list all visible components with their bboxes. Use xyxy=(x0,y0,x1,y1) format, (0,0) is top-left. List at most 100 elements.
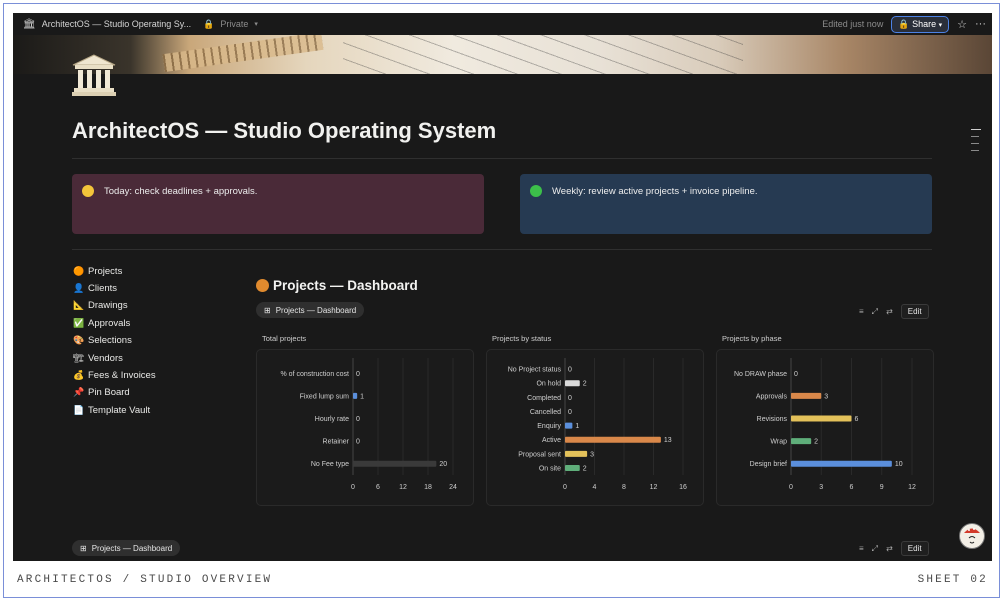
x-tick-label: 4 xyxy=(593,484,597,491)
data-label: 3 xyxy=(590,451,594,458)
link-approvals[interactable]: ✅ Approvals xyxy=(73,317,156,329)
yellow-circle-icon xyxy=(82,185,94,197)
data-label: 13 xyxy=(664,437,672,444)
edit-button[interactable]: Edit xyxy=(900,304,929,319)
chart-card-total-projects[interactable]: 0 6 12 18 24 % of construction cost 0 Fixed lum… xyxy=(256,349,474,506)
chart-total-projects: 0 6 12 18 24 % of construction cost 0 Fixed lum… xyxy=(281,358,457,491)
classical-building-icon[interactable] xyxy=(71,53,117,97)
link-vendors[interactable]: 🏗 Vendors xyxy=(73,352,156,364)
table-of-contents-indicator[interactable] xyxy=(971,129,981,151)
chart-title-by-phase: Projects by phase xyxy=(722,334,782,343)
link-label: Fees & Invoices xyxy=(88,370,156,382)
building-icon: 🏛 xyxy=(23,18,36,30)
category-label: Active xyxy=(542,437,561,444)
callout-text: Today: check deadlines + approvals. xyxy=(104,186,258,197)
link-projects[interactable]: 🟠 Projects xyxy=(73,265,156,277)
category-label: On site xyxy=(539,465,561,472)
link-fees-invoices[interactable]: 💰 Fees & Invoices xyxy=(73,369,156,381)
bar[interactable] xyxy=(791,460,892,467)
bar[interactable] xyxy=(565,464,580,471)
callout-text: Weekly: review active projects + invoice… xyxy=(552,186,758,197)
filter-icon[interactable]: ≡ xyxy=(859,307,864,316)
green-circle-icon xyxy=(530,185,542,197)
dashboard-heading: Projects — Dashboard xyxy=(256,278,418,293)
category-label: Wrap xyxy=(770,439,787,446)
share-button[interactable]: 🔒 Share ▾ xyxy=(891,15,950,33)
data-label: 0 xyxy=(568,367,572,374)
chevron-down-icon: ▾ xyxy=(254,21,258,28)
data-label: 2 xyxy=(583,465,587,472)
orange-circle-icon: 🟠 xyxy=(73,265,85,276)
palette-icon: 🎨 xyxy=(73,335,85,346)
category-label: Proposal sent xyxy=(518,451,561,458)
link-pin-board[interactable]: 📌 Pin Board xyxy=(73,387,156,399)
bottom-view-chip[interactable]: ⊞ Projects — Dashboard xyxy=(72,540,181,556)
footer-caption-right: SHEET 02 xyxy=(917,574,988,586)
x-tick-label: 12 xyxy=(650,484,658,491)
data-label: 1 xyxy=(575,423,579,430)
data-label: 2 xyxy=(814,439,818,446)
person-icon: 👤 xyxy=(73,283,85,294)
category-label: No DRAW phase xyxy=(734,371,787,378)
bar[interactable] xyxy=(353,392,358,399)
bar[interactable] xyxy=(565,450,588,457)
triangle-ruler-icon: 📐 xyxy=(73,300,85,311)
lock-icon: 🔒 xyxy=(898,18,910,29)
bar[interactable] xyxy=(791,415,852,422)
chip-label: Projects — Dashboard xyxy=(275,305,357,315)
expand-icon[interactable]: ⤢ xyxy=(872,307,878,317)
bar[interactable] xyxy=(791,392,822,399)
bar[interactable] xyxy=(565,380,580,387)
x-tick-label: 24 xyxy=(449,484,457,491)
link-clients[interactable]: 👤 Clients xyxy=(73,282,156,294)
x-tick-label: 0 xyxy=(563,484,567,491)
link-template-vault[interactable]: 📄 Template Vault xyxy=(73,404,156,416)
chart-by-status: 0 4 8 12 16No Project status 0On hold 2Complet… xyxy=(508,358,687,491)
page-title: ArchitectOS — Studio Operating System xyxy=(72,118,497,143)
category-label: On hold xyxy=(536,381,561,388)
privacy-label[interactable]: Private xyxy=(220,19,248,29)
category-label: Design brief xyxy=(750,461,787,468)
link-selections[interactable]: 🎨 Selections xyxy=(73,335,156,347)
callout-weekly: Weekly: review active projects + invoice… xyxy=(520,174,932,234)
chart-card-by-status[interactable]: 0 4 8 12 16 No Project status 0 On hold 2 Complet… xyxy=(486,349,704,506)
edit-button[interactable]: Edit xyxy=(900,541,929,556)
view-tab-chip[interactable]: ⊞ Projects — Dashboard xyxy=(256,302,365,318)
category-label: Hourly rate xyxy=(315,416,349,423)
top-bar: 🏛 ArchitectOS — Studio Operating Sy... 🔒… xyxy=(13,13,992,35)
bar[interactable] xyxy=(565,422,573,429)
data-label: 1 xyxy=(360,393,364,400)
blueprint-lines xyxy=(343,35,743,74)
crane-icon: 🏗 xyxy=(73,352,85,363)
category-label: No Fee type xyxy=(311,461,349,468)
edited-status: Edited just now xyxy=(822,19,884,29)
page-breadcrumb[interactable]: ArchitectOS — Studio Operating Sy... xyxy=(42,19,191,29)
expand-icon[interactable]: ⤢ xyxy=(872,544,878,554)
bottom-view-toolbar: ≡ ⤢ ⇄ Edit xyxy=(859,541,929,556)
category-label: Cancelled xyxy=(530,409,561,416)
more-icon[interactable]: ··· xyxy=(975,18,986,30)
x-tick-label: 8 xyxy=(622,484,626,491)
settings-sliders-icon[interactable]: ⇄ xyxy=(886,307,893,316)
chip-label: Projects — Dashboard xyxy=(91,543,173,553)
settings-sliders-icon[interactable]: ⇄ xyxy=(886,544,893,553)
link-drawings[interactable]: 📐 Drawings xyxy=(73,300,156,312)
gallery-view-icon: ⊞ xyxy=(80,543,87,553)
star-icon[interactable]: ☆ xyxy=(957,18,967,31)
chevron-down-icon: ▾ xyxy=(938,21,943,29)
divider xyxy=(72,249,932,250)
category-label: Approvals xyxy=(756,393,788,400)
cover-image xyxy=(13,35,992,74)
bar[interactable] xyxy=(565,436,661,443)
data-label: 0 xyxy=(356,371,360,378)
filter-icon[interactable]: ≡ xyxy=(859,544,864,553)
bar[interactable] xyxy=(791,438,812,445)
chart-card-by-phase[interactable]: 0 3 6 9 12 No DRAW phase 0 Approvals 3 Revisions 6… xyxy=(716,349,934,506)
orange-circle-icon xyxy=(256,279,269,292)
x-tick-label: 12 xyxy=(399,484,407,491)
data-label: 0 xyxy=(356,416,360,423)
bar[interactable] xyxy=(353,460,437,467)
data-label: 2 xyxy=(583,381,587,388)
view-toolbar: ≡ ⤢ ⇄ Edit xyxy=(859,304,929,319)
help-avatar-icon[interactable] xyxy=(959,523,985,549)
